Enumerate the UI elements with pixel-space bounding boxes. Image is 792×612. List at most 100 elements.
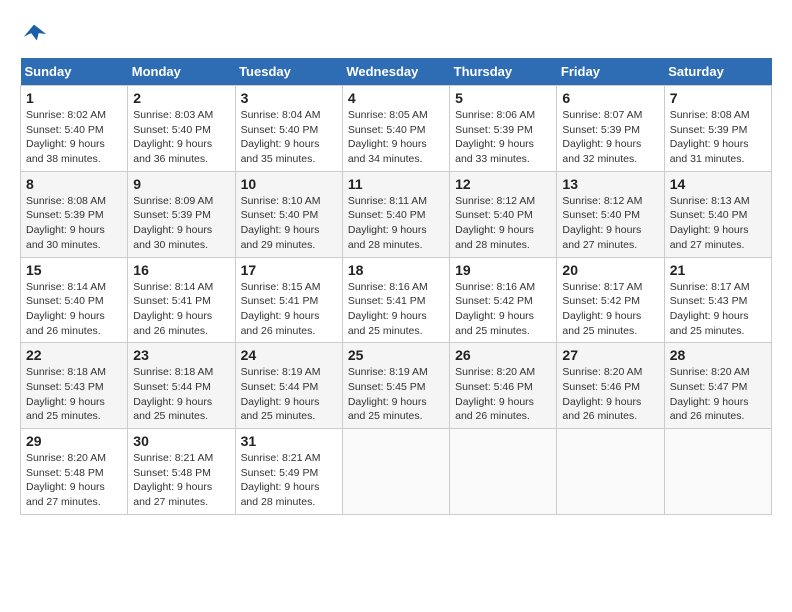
calendar-cell: 24 Sunrise: 8:19 AM Sunset: 5:44 PM Dayl… <box>235 343 342 429</box>
calendar-cell <box>664 429 771 515</box>
day-info: Sunrise: 8:17 AM Sunset: 5:42 PM Dayligh… <box>562 280 658 339</box>
day-info: Sunrise: 8:21 AM Sunset: 5:49 PM Dayligh… <box>241 451 337 510</box>
day-info: Sunrise: 8:20 AM Sunset: 5:48 PM Dayligh… <box>26 451 122 510</box>
day-info: Sunrise: 8:13 AM Sunset: 5:40 PM Dayligh… <box>670 194 766 253</box>
day-number: 25 <box>348 347 444 363</box>
day-number: 21 <box>670 262 766 278</box>
week-row-3: 15 Sunrise: 8:14 AM Sunset: 5:40 PM Dayl… <box>21 257 772 343</box>
column-header-monday: Monday <box>128 58 235 86</box>
column-header-saturday: Saturday <box>664 58 771 86</box>
logo-icon <box>20 20 48 48</box>
day-info: Sunrise: 8:19 AM Sunset: 5:44 PM Dayligh… <box>241 365 337 424</box>
week-row-1: 1 Sunrise: 8:02 AM Sunset: 5:40 PM Dayli… <box>21 86 772 172</box>
day-number: 23 <box>133 347 229 363</box>
calendar-cell: 17 Sunrise: 8:15 AM Sunset: 5:41 PM Dayl… <box>235 257 342 343</box>
day-info: Sunrise: 8:14 AM Sunset: 5:41 PM Dayligh… <box>133 280 229 339</box>
calendar-cell: 15 Sunrise: 8:14 AM Sunset: 5:40 PM Dayl… <box>21 257 128 343</box>
day-number: 26 <box>455 347 551 363</box>
day-info: Sunrise: 8:07 AM Sunset: 5:39 PM Dayligh… <box>562 108 658 167</box>
calendar-cell: 20 Sunrise: 8:17 AM Sunset: 5:42 PM Dayl… <box>557 257 664 343</box>
logo <box>20 20 52 48</box>
calendar-cell <box>342 429 449 515</box>
day-info: Sunrise: 8:11 AM Sunset: 5:40 PM Dayligh… <box>348 194 444 253</box>
calendar-cell: 31 Sunrise: 8:21 AM Sunset: 5:49 PM Dayl… <box>235 429 342 515</box>
day-number: 19 <box>455 262 551 278</box>
calendar-cell: 18 Sunrise: 8:16 AM Sunset: 5:41 PM Dayl… <box>342 257 449 343</box>
calendar-cell: 6 Sunrise: 8:07 AM Sunset: 5:39 PM Dayli… <box>557 86 664 172</box>
calendar-cell: 23 Sunrise: 8:18 AM Sunset: 5:44 PM Dayl… <box>128 343 235 429</box>
day-info: Sunrise: 8:20 AM Sunset: 5:46 PM Dayligh… <box>562 365 658 424</box>
day-number: 8 <box>26 176 122 192</box>
day-number: 9 <box>133 176 229 192</box>
header <box>20 20 772 48</box>
calendar-cell: 3 Sunrise: 8:04 AM Sunset: 5:40 PM Dayli… <box>235 86 342 172</box>
day-info: Sunrise: 8:17 AM Sunset: 5:43 PM Dayligh… <box>670 280 766 339</box>
day-number: 24 <box>241 347 337 363</box>
calendar-cell: 10 Sunrise: 8:10 AM Sunset: 5:40 PM Dayl… <box>235 171 342 257</box>
calendar-cell: 25 Sunrise: 8:19 AM Sunset: 5:45 PM Dayl… <box>342 343 449 429</box>
day-info: Sunrise: 8:16 AM Sunset: 5:42 PM Dayligh… <box>455 280 551 339</box>
column-header-thursday: Thursday <box>450 58 557 86</box>
day-info: Sunrise: 8:05 AM Sunset: 5:40 PM Dayligh… <box>348 108 444 167</box>
day-number: 3 <box>241 90 337 106</box>
day-info: Sunrise: 8:03 AM Sunset: 5:40 PM Dayligh… <box>133 108 229 167</box>
day-number: 7 <box>670 90 766 106</box>
day-info: Sunrise: 8:08 AM Sunset: 5:39 PM Dayligh… <box>26 194 122 253</box>
calendar-cell: 30 Sunrise: 8:21 AM Sunset: 5:48 PM Dayl… <box>128 429 235 515</box>
calendar-cell: 2 Sunrise: 8:03 AM Sunset: 5:40 PM Dayli… <box>128 86 235 172</box>
day-number: 22 <box>26 347 122 363</box>
calendar-cell: 12 Sunrise: 8:12 AM Sunset: 5:40 PM Dayl… <box>450 171 557 257</box>
calendar-cell: 9 Sunrise: 8:09 AM Sunset: 5:39 PM Dayli… <box>128 171 235 257</box>
day-info: Sunrise: 8:18 AM Sunset: 5:44 PM Dayligh… <box>133 365 229 424</box>
day-number: 17 <box>241 262 337 278</box>
day-number: 18 <box>348 262 444 278</box>
day-number: 1 <box>26 90 122 106</box>
day-number: 30 <box>133 433 229 449</box>
calendar: SundayMondayTuesdayWednesdayThursdayFrid… <box>20 58 772 515</box>
day-info: Sunrise: 8:12 AM Sunset: 5:40 PM Dayligh… <box>562 194 658 253</box>
day-info: Sunrise: 8:09 AM Sunset: 5:39 PM Dayligh… <box>133 194 229 253</box>
day-number: 6 <box>562 90 658 106</box>
day-number: 20 <box>562 262 658 278</box>
calendar-cell: 27 Sunrise: 8:20 AM Sunset: 5:46 PM Dayl… <box>557 343 664 429</box>
day-number: 14 <box>670 176 766 192</box>
calendar-cell: 5 Sunrise: 8:06 AM Sunset: 5:39 PM Dayli… <box>450 86 557 172</box>
day-number: 31 <box>241 433 337 449</box>
day-info: Sunrise: 8:14 AM Sunset: 5:40 PM Dayligh… <box>26 280 122 339</box>
calendar-cell: 1 Sunrise: 8:02 AM Sunset: 5:40 PM Dayli… <box>21 86 128 172</box>
column-header-sunday: Sunday <box>21 58 128 86</box>
week-row-5: 29 Sunrise: 8:20 AM Sunset: 5:48 PM Dayl… <box>21 429 772 515</box>
calendar-cell: 8 Sunrise: 8:08 AM Sunset: 5:39 PM Dayli… <box>21 171 128 257</box>
calendar-cell <box>557 429 664 515</box>
day-info: Sunrise: 8:16 AM Sunset: 5:41 PM Dayligh… <box>348 280 444 339</box>
column-header-friday: Friday <box>557 58 664 86</box>
day-info: Sunrise: 8:06 AM Sunset: 5:39 PM Dayligh… <box>455 108 551 167</box>
day-info: Sunrise: 8:19 AM Sunset: 5:45 PM Dayligh… <box>348 365 444 424</box>
calendar-cell: 11 Sunrise: 8:11 AM Sunset: 5:40 PM Dayl… <box>342 171 449 257</box>
calendar-cell: 19 Sunrise: 8:16 AM Sunset: 5:42 PM Dayl… <box>450 257 557 343</box>
day-number: 4 <box>348 90 444 106</box>
calendar-cell: 22 Sunrise: 8:18 AM Sunset: 5:43 PM Dayl… <box>21 343 128 429</box>
calendar-cell: 7 Sunrise: 8:08 AM Sunset: 5:39 PM Dayli… <box>664 86 771 172</box>
week-row-2: 8 Sunrise: 8:08 AM Sunset: 5:39 PM Dayli… <box>21 171 772 257</box>
day-info: Sunrise: 8:08 AM Sunset: 5:39 PM Dayligh… <box>670 108 766 167</box>
column-header-wednesday: Wednesday <box>342 58 449 86</box>
calendar-cell: 4 Sunrise: 8:05 AM Sunset: 5:40 PM Dayli… <box>342 86 449 172</box>
calendar-header-row: SundayMondayTuesdayWednesdayThursdayFrid… <box>21 58 772 86</box>
calendar-cell: 28 Sunrise: 8:20 AM Sunset: 5:47 PM Dayl… <box>664 343 771 429</box>
day-number: 15 <box>26 262 122 278</box>
calendar-cell: 13 Sunrise: 8:12 AM Sunset: 5:40 PM Dayl… <box>557 171 664 257</box>
calendar-cell <box>450 429 557 515</box>
day-info: Sunrise: 8:20 AM Sunset: 5:47 PM Dayligh… <box>670 365 766 424</box>
day-number: 10 <box>241 176 337 192</box>
column-header-tuesday: Tuesday <box>235 58 342 86</box>
day-info: Sunrise: 8:18 AM Sunset: 5:43 PM Dayligh… <box>26 365 122 424</box>
day-number: 29 <box>26 433 122 449</box>
day-number: 28 <box>670 347 766 363</box>
day-info: Sunrise: 8:15 AM Sunset: 5:41 PM Dayligh… <box>241 280 337 339</box>
day-info: Sunrise: 8:02 AM Sunset: 5:40 PM Dayligh… <box>26 108 122 167</box>
day-number: 16 <box>133 262 229 278</box>
day-number: 2 <box>133 90 229 106</box>
calendar-cell: 16 Sunrise: 8:14 AM Sunset: 5:41 PM Dayl… <box>128 257 235 343</box>
day-number: 12 <box>455 176 551 192</box>
